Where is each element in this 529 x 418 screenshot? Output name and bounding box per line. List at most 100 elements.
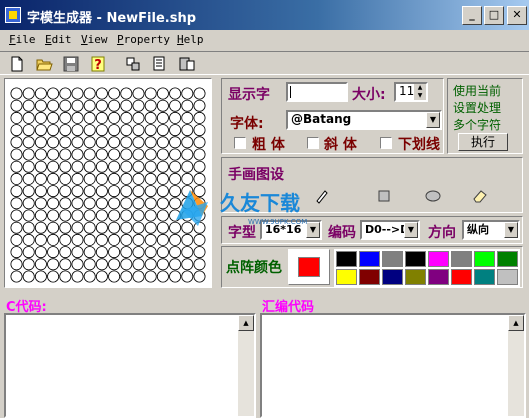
pixel-cell[interactable] <box>10 209 23 222</box>
pixel-cell[interactable] <box>71 99 84 112</box>
pixel-cell[interactable] <box>22 87 35 100</box>
c-code-textarea[interactable]: ▲ <box>4 313 256 418</box>
pixel-cell[interactable] <box>193 258 206 271</box>
pixel-cell[interactable] <box>156 87 169 100</box>
pixel-cell[interactable] <box>132 136 145 149</box>
pixel-cell[interactable] <box>34 160 47 173</box>
pixel-cell[interactable] <box>83 270 96 283</box>
pixel-cell[interactable] <box>108 246 121 259</box>
pixel-cell[interactable] <box>22 160 35 173</box>
pixel-cell[interactable] <box>95 246 108 259</box>
pixel-cell[interactable] <box>95 136 108 149</box>
pixel-cell[interactable] <box>193 270 206 283</box>
pixel-cell[interactable] <box>22 221 35 234</box>
color-swatch[interactable] <box>405 269 426 285</box>
pixel-cell[interactable] <box>22 124 35 137</box>
pixel-cell[interactable] <box>193 246 206 259</box>
tool-b-icon[interactable] <box>151 55 169 73</box>
pixel-cell[interactable] <box>95 209 108 222</box>
pixel-cell[interactable] <box>22 111 35 124</box>
pixel-cell[interactable] <box>132 124 145 137</box>
chevron-down-icon[interactable]: ▼ <box>404 222 418 238</box>
pixel-cell[interactable] <box>47 160 60 173</box>
pixel-cell[interactable] <box>71 197 84 210</box>
pixel-cell[interactable] <box>71 221 84 234</box>
pixel-cell[interactable] <box>181 124 194 137</box>
pixel-cell[interactable] <box>156 233 169 246</box>
pixel-cell[interactable] <box>120 111 133 124</box>
pixel-cell[interactable] <box>10 270 23 283</box>
pixel-cell[interactable] <box>144 172 157 185</box>
pixel-cell[interactable] <box>169 160 182 173</box>
pixel-cell[interactable] <box>59 258 72 271</box>
pixel-cell[interactable] <box>193 148 206 161</box>
pixel-cell[interactable] <box>47 246 60 259</box>
color-swatch[interactable] <box>428 269 449 285</box>
pixel-cell[interactable] <box>193 111 206 124</box>
pixel-cell[interactable] <box>83 233 96 246</box>
pixel-cell[interactable] <box>156 246 169 259</box>
pixel-cell[interactable] <box>47 270 60 283</box>
pixel-cell[interactable] <box>132 160 145 173</box>
pixel-cell[interactable] <box>22 99 35 112</box>
pixel-cell[interactable] <box>59 99 72 112</box>
title-bar[interactable]: 字模生成器 - NewFile.shp _ □ ✕ <box>0 0 529 30</box>
pixel-cell[interactable] <box>120 270 133 283</box>
asm-code-scrollbar[interactable]: ▲ <box>508 315 524 416</box>
pixel-cell[interactable] <box>193 136 206 149</box>
pixel-cell[interactable] <box>144 99 157 112</box>
pixel-cell[interactable] <box>95 124 108 137</box>
pixel-cell[interactable] <box>71 185 84 198</box>
color-swatch[interactable] <box>382 251 403 267</box>
pixel-cell[interactable] <box>71 270 84 283</box>
pixel-cell[interactable] <box>10 246 23 259</box>
pixel-cell[interactable] <box>108 124 121 137</box>
pixel-cell[interactable] <box>132 270 145 283</box>
pixel-cell[interactable] <box>47 258 60 271</box>
eraser-icon[interactable] <box>472 188 488 204</box>
execute-button[interactable]: 执行 <box>458 133 508 151</box>
pixel-cell[interactable] <box>83 148 96 161</box>
pixel-cell[interactable] <box>59 87 72 100</box>
pixel-cell[interactable] <box>95 197 108 210</box>
pixel-cell[interactable] <box>47 148 60 161</box>
pixel-cell[interactable] <box>120 209 133 222</box>
pixel-cell[interactable] <box>71 87 84 100</box>
pixel-cell[interactable] <box>181 160 194 173</box>
pixel-cell[interactable] <box>71 124 84 137</box>
pixel-cell[interactable] <box>120 258 133 271</box>
pixel-cell[interactable] <box>181 111 194 124</box>
pixel-cell[interactable] <box>10 87 23 100</box>
pixel-cell[interactable] <box>108 258 121 271</box>
pixel-cell[interactable] <box>10 111 23 124</box>
pixel-cell[interactable] <box>132 99 145 112</box>
pixel-cell[interactable] <box>83 172 96 185</box>
pixel-cell[interactable] <box>22 148 35 161</box>
pixel-cell[interactable] <box>132 209 145 222</box>
font-select[interactable]: @Batang ▼ <box>286 110 442 130</box>
pixel-cell[interactable] <box>156 99 169 112</box>
pixel-cell[interactable] <box>10 221 23 234</box>
pixel-cell[interactable] <box>132 197 145 210</box>
color-swatch[interactable] <box>474 269 495 285</box>
pixel-cell[interactable] <box>10 160 23 173</box>
pixel-cell[interactable] <box>71 136 84 149</box>
pixel-cell[interactable] <box>193 99 206 112</box>
pixel-cell[interactable] <box>95 160 108 173</box>
pixel-cell[interactable] <box>144 111 157 124</box>
pixel-cell[interactable] <box>108 111 121 124</box>
pixel-cell[interactable] <box>108 148 121 161</box>
pixel-cell[interactable] <box>193 87 206 100</box>
menu-help[interactable]: Help <box>177 33 204 46</box>
pixel-cell[interactable] <box>108 160 121 173</box>
pixel-cell[interactable] <box>120 172 133 185</box>
pixel-cell[interactable] <box>120 246 133 259</box>
scroll-up-icon[interactable]: ▲ <box>508 315 524 331</box>
pixel-cell[interactable] <box>132 258 145 271</box>
pixel-cell[interactable] <box>156 209 169 222</box>
pixel-cell[interactable] <box>144 148 157 161</box>
pixel-cell[interactable] <box>156 124 169 137</box>
pixel-cell[interactable] <box>132 233 145 246</box>
color-swatch[interactable] <box>382 269 403 285</box>
pixel-cell[interactable] <box>10 136 23 149</box>
